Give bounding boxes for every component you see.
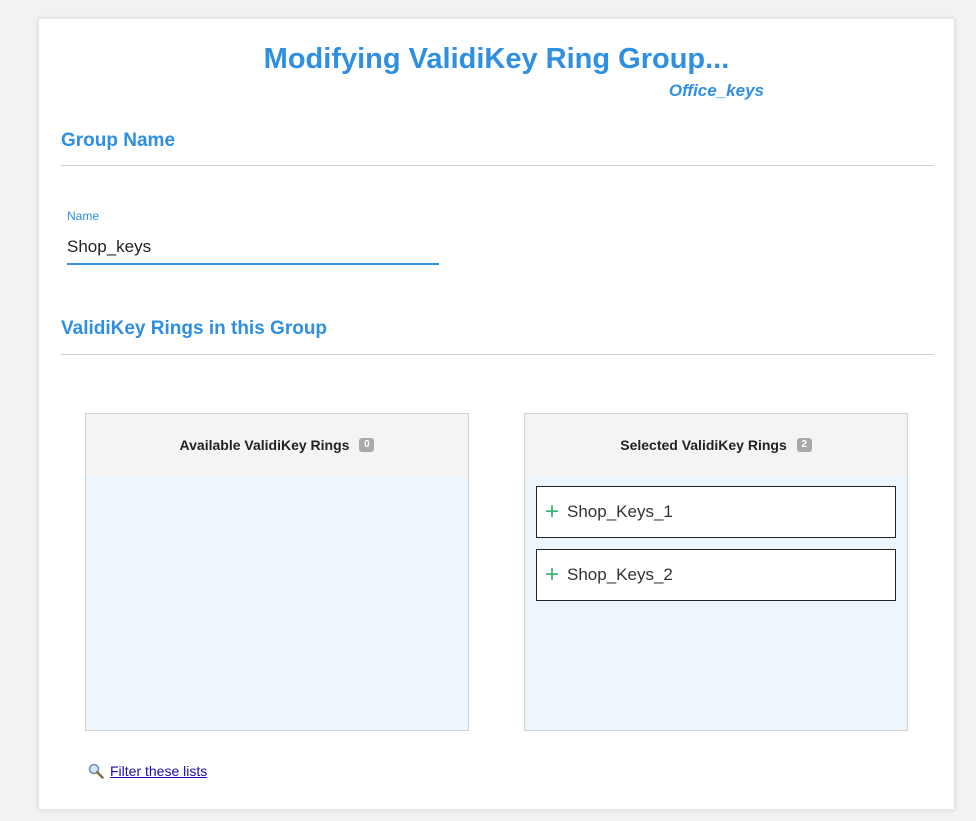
group-subtitle: Office_keys: [668, 81, 764, 100]
filter-lists-control[interactable]: Filter these lists: [88, 763, 207, 779]
filter-lists-link[interactable]: Filter these lists: [110, 763, 207, 779]
selected-rings-header: Selected ValidiKey Rings 2: [525, 414, 907, 476]
rings-heading: ValidiKey Rings in this Group: [61, 318, 328, 339]
group-name-divider: [61, 165, 934, 166]
modify-group-panel: Modifying ValidiKey Ring Group... Office…: [38, 18, 955, 810]
name-field[interactable]: [67, 231, 439, 265]
selected-ring-item[interactable]: + Shop_Keys_1: [536, 486, 896, 538]
available-rings-list[interactable]: Available ValidiKey Rings 0: [85, 413, 469, 731]
group-name-heading: Group Name: [61, 130, 176, 151]
name-field-label: Name: [67, 209, 100, 223]
selected-rings-title: Selected ValidiKey Rings: [620, 437, 787, 453]
ring-label: Shop_Keys_2: [567, 565, 673, 584]
plus-icon: +: [545, 498, 560, 525]
selected-count-badge: 2: [796, 438, 812, 452]
available-count-badge: 0: [359, 438, 375, 452]
available-rings-title: Available ValidiKey Rings: [179, 437, 350, 453]
selected-rings-list[interactable]: Selected ValidiKey Rings 2 + Shop_Keys_1…: [524, 413, 908, 731]
page-title: Modifying ValidiKey Ring Group...: [263, 43, 730, 75]
magnifier-icon: [88, 763, 104, 779]
selected-ring-item[interactable]: + Shop_Keys_2: [536, 549, 896, 601]
ring-label: Shop_Keys_1: [567, 502, 673, 521]
available-rings-header: Available ValidiKey Rings 0: [86, 414, 468, 476]
plus-icon: +: [545, 561, 560, 588]
rings-divider: [61, 354, 934, 355]
